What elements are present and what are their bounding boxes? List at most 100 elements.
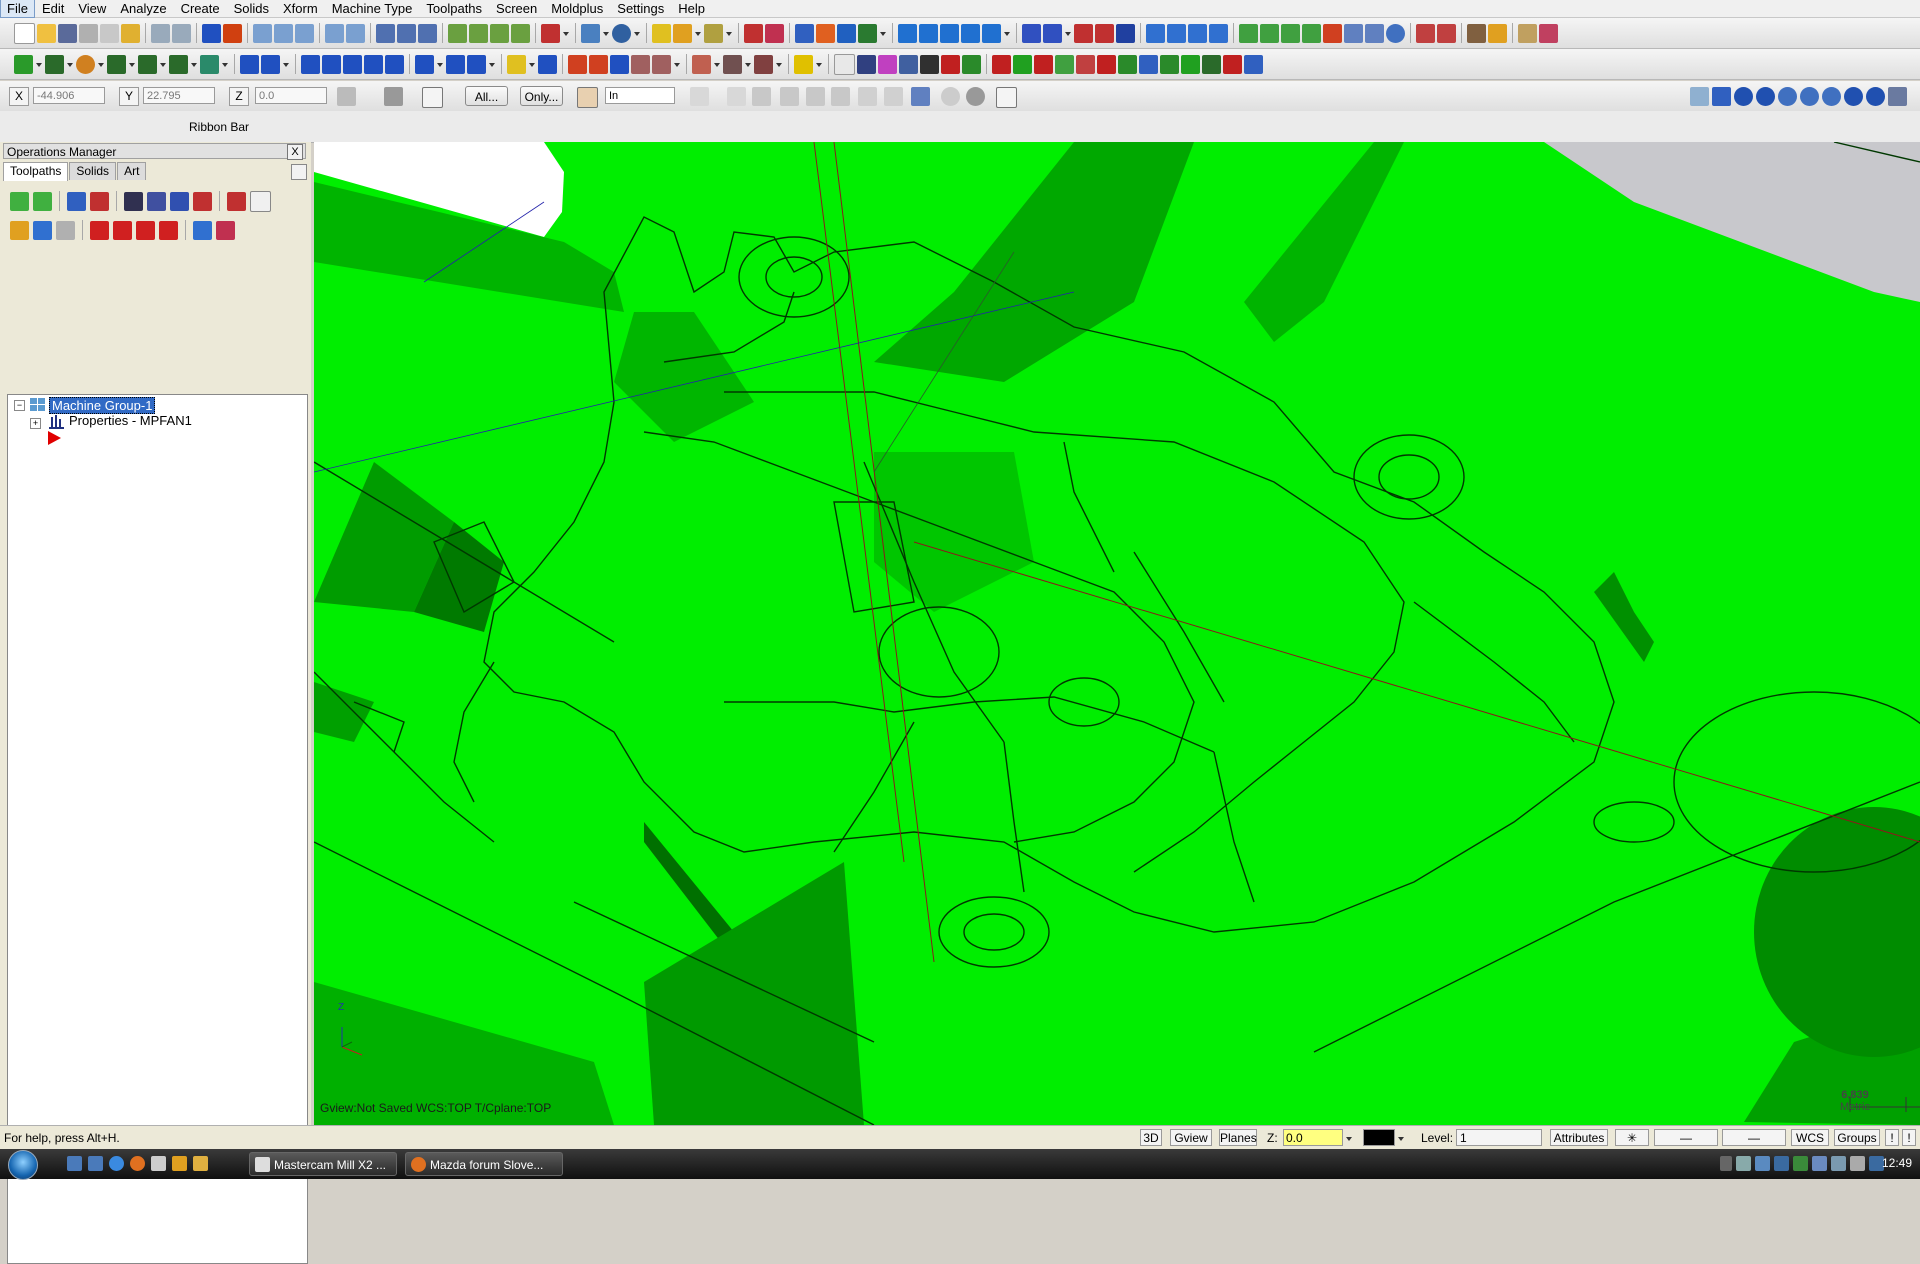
menu-analyze[interactable]: Analyze xyxy=(113,0,173,17)
clock[interactable]: 12:49 xyxy=(1882,1156,1912,1170)
top-view-icon[interactable] xyxy=(469,23,488,43)
y-coordinate-field[interactable]: 22.795 xyxy=(143,87,215,104)
solid-cylinder-icon[interactable] xyxy=(200,54,219,74)
z-coordinate-field[interactable]: 0.0 xyxy=(255,87,327,104)
loop-select-icon[interactable] xyxy=(858,87,877,106)
selection-mode-dropdown[interactable]: In xyxy=(605,87,675,104)
wcs-button[interactable]: WCS xyxy=(1791,1129,1829,1146)
help-ops-icon[interactable] xyxy=(250,190,271,212)
layers-icon[interactable] xyxy=(1488,23,1507,43)
xform-grid-icon[interactable] xyxy=(446,54,465,74)
face-select-icon[interactable] xyxy=(780,87,799,106)
solid-extrude-icon[interactable] xyxy=(1022,23,1041,43)
surface-finish-icon[interactable] xyxy=(1139,54,1158,74)
tray-network-icon[interactable] xyxy=(1736,1156,1751,1171)
menu-toolpaths[interactable]: Toolpaths xyxy=(419,0,489,17)
xform-array-icon[interactable] xyxy=(415,54,434,74)
note-icon[interactable] xyxy=(652,54,671,74)
break-icon[interactable] xyxy=(795,23,814,43)
xform-rotate-icon[interactable] xyxy=(322,54,341,74)
view-globe-3-icon[interactable] xyxy=(1822,87,1841,106)
help-question-2-icon[interactable] xyxy=(996,87,1017,108)
fixture-icon[interactable] xyxy=(723,54,742,74)
stock-icon[interactable] xyxy=(692,54,711,74)
regen-icon[interactable] xyxy=(223,23,242,43)
wireframe-tp-icon[interactable] xyxy=(1160,54,1179,74)
arc-icon[interactable] xyxy=(1281,23,1300,43)
paint-icon[interactable] xyxy=(1244,54,1263,74)
letters-icon[interactable] xyxy=(1344,23,1363,43)
rectangle-icon[interactable] xyxy=(1323,23,1342,43)
graphics-viewport[interactable]: Z Gview:Not Saved WCS:TOP T/Cplane:TOP 6… xyxy=(314,142,1920,1125)
scroll-icon[interactable] xyxy=(159,220,178,240)
light-icon[interactable] xyxy=(507,54,526,74)
mastercam-quick-icon[interactable] xyxy=(151,1156,166,1171)
view-sphere-2-icon[interactable] xyxy=(1756,87,1775,106)
verify-icon[interactable] xyxy=(878,54,897,74)
align-icon[interactable] xyxy=(858,23,877,43)
xform-translate-icon[interactable] xyxy=(301,54,320,74)
line-width-dropdown[interactable]: — xyxy=(1722,1129,1786,1146)
globe-icon[interactable] xyxy=(1386,23,1405,43)
solid-draft-icon[interactable] xyxy=(1209,23,1228,43)
chevron-down-icon[interactable] xyxy=(1345,1129,1353,1148)
arrow-select-icon[interactable] xyxy=(727,87,746,106)
taskbar-item-mastercam[interactable]: Mastercam Mill X2 ... xyxy=(249,1152,397,1176)
regen-dirty-icon[interactable] xyxy=(90,191,109,211)
xform-mirror-icon[interactable] xyxy=(364,54,383,74)
3d-button[interactable]: 3D xyxy=(1140,1129,1162,1146)
select-only-button[interactable]: Only... xyxy=(520,86,563,106)
mirror-icon[interactable] xyxy=(1437,23,1456,43)
surface-2-icon[interactable] xyxy=(919,23,938,43)
xform-scale-icon[interactable] xyxy=(343,54,362,74)
tab-solids[interactable]: Solids xyxy=(69,162,117,180)
analyze-icon[interactable] xyxy=(673,23,692,43)
planes-button[interactable]: Planes xyxy=(1219,1129,1257,1146)
flag-icon[interactable] xyxy=(794,54,813,74)
engrave-icon[interactable] xyxy=(1181,54,1200,74)
contour-icon[interactable] xyxy=(1055,54,1074,74)
stl-icon[interactable] xyxy=(941,54,960,74)
post-icon[interactable] xyxy=(899,54,918,74)
backplot-icon[interactable] xyxy=(857,54,876,74)
solid-trim-icon[interactable] xyxy=(1188,23,1207,43)
edge-select-icon[interactable] xyxy=(831,87,850,106)
select-window-icon[interactable] xyxy=(418,23,437,43)
gview-button[interactable]: Gview xyxy=(1170,1129,1212,1146)
polyline-icon[interactable] xyxy=(169,54,188,74)
x-label[interactable]: X xyxy=(9,87,29,106)
chevron-down-icon[interactable] xyxy=(1397,1129,1405,1148)
ie-icon[interactable] xyxy=(109,1156,124,1171)
menu-create[interactable]: Create xyxy=(174,0,227,17)
menu-view[interactable]: View xyxy=(71,0,113,17)
sphere-shade-icon[interactable] xyxy=(612,23,631,43)
line-select-icon[interactable] xyxy=(690,87,709,106)
view-shade-2-icon[interactable] xyxy=(1866,87,1885,106)
transform-tp-icon[interactable] xyxy=(1223,54,1242,74)
extend-icon[interactable] xyxy=(261,54,280,74)
mask-icon[interactable] xyxy=(911,87,930,106)
pocket-icon[interactable] xyxy=(1034,54,1053,74)
view-pan-icon[interactable] xyxy=(1712,87,1731,106)
print-icon[interactable] xyxy=(79,23,98,43)
move-icon[interactable] xyxy=(202,23,221,43)
measure-icon[interactable] xyxy=(704,23,723,43)
point-icon[interactable] xyxy=(14,54,33,74)
select-icon[interactable] xyxy=(376,23,395,43)
view-globe-2-icon[interactable] xyxy=(1800,87,1819,106)
menu-help[interactable]: Help xyxy=(671,0,712,17)
trim-icon[interactable] xyxy=(765,23,784,43)
cube-select-icon[interactable] xyxy=(752,87,771,106)
chevron-down-icon[interactable] xyxy=(291,164,307,180)
menu-moldplus[interactable]: Moldplus xyxy=(544,0,610,17)
expand-icon[interactable]: + xyxy=(30,418,41,429)
table-icon[interactable] xyxy=(568,54,587,74)
z-label[interactable]: Z xyxy=(229,87,249,106)
line-endpoints-icon[interactable] xyxy=(45,54,64,74)
spline-icon[interactable] xyxy=(1302,23,1321,43)
draft-icon[interactable] xyxy=(631,54,650,74)
properties-item[interactable]: Properties - MPFAN1 xyxy=(69,413,192,428)
print-preview-icon[interactable] xyxy=(100,23,119,43)
point-style-dropdown[interactable]: ✳ xyxy=(1615,1129,1649,1146)
color-swatch[interactable] xyxy=(1363,1129,1395,1146)
